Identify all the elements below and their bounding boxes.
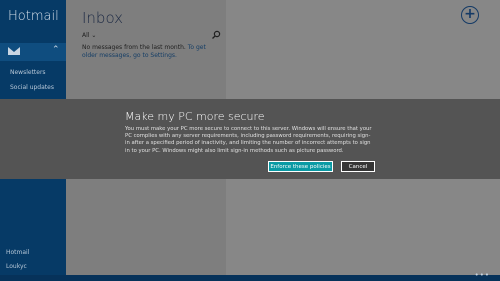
bottom-app-bar: ••• [0, 271, 500, 281]
new-message-button[interactable]: + [461, 6, 479, 24]
sidebar-item-social-updates[interactable]: Social updates [10, 84, 54, 91]
chevron-down-icon: ⌄ [91, 32, 97, 39]
app-title: Hotmail [8, 9, 59, 24]
filter-label: All [82, 32, 90, 39]
cancel-button[interactable]: Cancel [341, 161, 375, 172]
sidebar-item-newsletters[interactable]: Newsletters [10, 69, 46, 76]
empty-state-message: No messages from the last month. To get … [82, 44, 222, 60]
security-dialog: Make my PC more secure You must make you… [0, 99, 500, 179]
enforce-policies-button[interactable]: Enforce these policies [268, 161, 333, 172]
mail-folder-header[interactable]: ⌃ [0, 43, 66, 61]
dialog-title: Make my PC more secure [125, 110, 265, 123]
filter-dropdown[interactable]: All ⌄ [82, 32, 96, 39]
mail-icon [8, 47, 20, 55]
sidebar-account-loukyc[interactable]: Loukyc [6, 263, 27, 270]
empty-state-text: No messages from the last month. [82, 44, 186, 51]
page-title: Inbox [82, 9, 124, 27]
sidebar-account-hotmail[interactable]: Hotmail [6, 249, 29, 256]
dialog-body: You must make your PC more secure to con… [125, 126, 372, 154]
chevron-up-icon[interactable]: ⌃ [52, 45, 60, 55]
more-options-icon[interactable]: ••• [475, 271, 490, 279]
new-message-icon: + [464, 6, 476, 22]
search-icon[interactable] [211, 30, 221, 40]
